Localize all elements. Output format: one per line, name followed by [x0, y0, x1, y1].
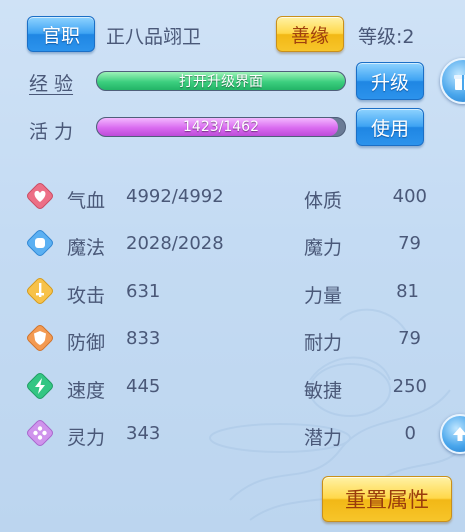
experience-bar-text: 打开升级界面: [179, 74, 263, 90]
experience-bar[interactable]: 打开升级界面: [96, 71, 346, 91]
stat-value-speed: 445: [126, 376, 161, 397]
scroll-up-button[interactable]: [440, 414, 465, 454]
stat-label-constitution: 体质: [304, 190, 343, 212]
vitality-bar-text: 1423/1462: [183, 119, 259, 135]
stat-value-agility: 250: [392, 376, 427, 397]
stat-value-defense: 833: [126, 328, 161, 349]
reset-attributes-button[interactable]: 重置属性: [322, 476, 452, 522]
upgrade-button[interactable]: 升级: [356, 62, 424, 100]
stat-value-spirit: 343: [126, 423, 161, 444]
stat-label-mana: 魔法: [67, 237, 106, 259]
stat-label-magic-power: 魔力: [304, 237, 343, 259]
stat-value-strength: 81: [396, 281, 419, 302]
rank-text: 正八品翊卫: [106, 26, 202, 48]
vitality-bar: 1423/1462: [96, 117, 346, 137]
stat-label-hp: 气血: [67, 190, 106, 212]
spirit-icon: [26, 419, 54, 447]
stat-value-endurance: 79: [398, 328, 421, 349]
experience-label: 经 验: [29, 73, 74, 95]
stat-value-constitution: 400: [392, 186, 427, 207]
stat-label-speed: 速度: [67, 380, 106, 402]
heart-icon: [26, 182, 54, 210]
stat-value-magic-power: 79: [398, 233, 421, 254]
stat-value-mana: 2028/2028: [126, 233, 224, 254]
stat-label-spirit: 灵力: [67, 427, 106, 449]
vitality-label: 活 力: [29, 121, 74, 143]
level-text: 等级:2: [358, 26, 415, 48]
stat-value-hp: 4992/4992: [126, 186, 224, 207]
use-button[interactable]: 使用: [356, 108, 424, 146]
arrow-up-icon: [453, 427, 465, 441]
stat-value-potential: 0: [404, 423, 416, 444]
sword-icon: [26, 277, 54, 305]
stat-label-attack: 攻击: [67, 285, 106, 307]
speed-icon: [26, 372, 54, 400]
stat-label-strength: 力量: [304, 285, 343, 307]
karma-button[interactable]: 善缘: [276, 16, 344, 52]
title-badge: 官职: [27, 16, 95, 52]
stat-value-attack: 631: [126, 281, 161, 302]
gift-button[interactable]: [440, 58, 465, 104]
gift-icon: [454, 75, 465, 90]
stat-label-defense: 防御: [67, 332, 106, 354]
stat-label-endurance: 耐力: [304, 332, 343, 354]
shield-icon: [26, 324, 54, 352]
stat-label-agility: 敏捷: [304, 380, 343, 402]
stat-label-potential: 潜力: [304, 427, 343, 449]
mana-icon: [26, 229, 54, 257]
